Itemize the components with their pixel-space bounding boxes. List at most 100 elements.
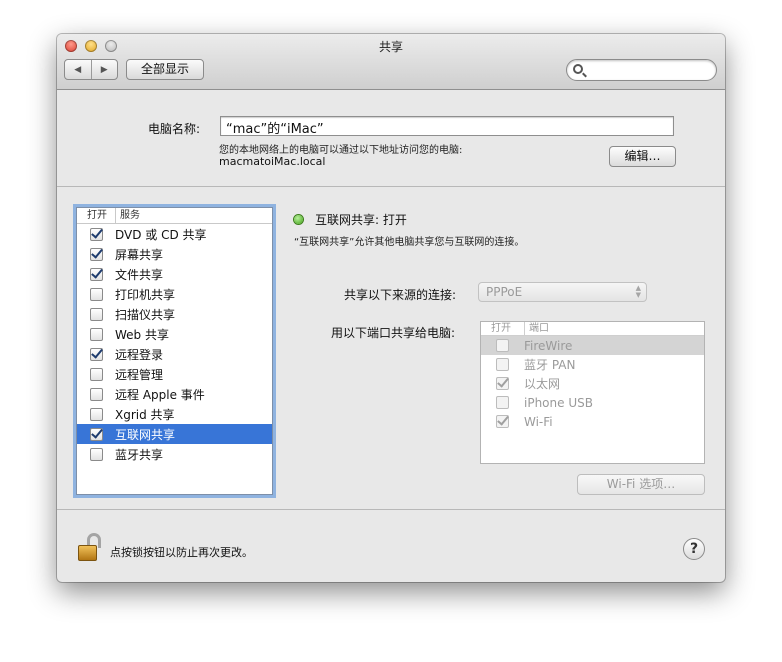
wifi-options-button[interactable]: Wi-Fi 选项… [577,474,705,495]
lock-body [78,545,97,561]
ports-list[interactable]: 打开 端口 FireWire 蓝牙 PAN 以太网 iPhone USB Wi-Fi [480,321,705,464]
service-checkbox[interactable] [89,287,103,301]
source-connection-popup[interactable]: PPPoE ▲ ▼ [478,282,647,302]
computer-name-field[interactable]: “mac”的“iMac” [220,116,674,137]
service-checkbox[interactable] [89,407,103,421]
service-label: 文件共享 [115,267,164,282]
lock-message: 点按锁按钮以防止再次更改。 [110,546,253,559]
service-label: 远程管理 [115,367,164,382]
port-row: iPhone USB [481,393,704,412]
port-checkbox-cell [481,415,524,428]
sharing-description: “互联网共享”允许其他电脑共享您与互联网的连接。 [294,237,525,248]
computer-name-section: 电脑名称: “mac”的“iMac” 您的本地网络上的电脑可以通过以下地址访问您… [57,91,725,187]
edit-button[interactable]: 编辑… [609,146,676,167]
service-checkbox-cell [77,367,115,381]
port-label: iPhone USB [524,395,593,410]
services-list[interactable]: 打开 服务 DVD 或 CD 共享屏幕共享文件共享打印机共享扫描仪共享 Web 共… [76,207,273,495]
service-label: 屏幕共享 [115,247,164,262]
service-label: 互联网共享 [115,427,176,442]
port-checkbox-cell [481,339,524,352]
forward-arrow-icon[interactable]: ▶ [92,60,118,79]
service-checkbox-cell [77,327,115,341]
show-all-button[interactable]: 全部显示 [126,59,204,80]
ports-list-header: 打开 端口 [481,322,704,336]
sharing-main-section: 打开 服务 DVD 或 CD 共享屏幕共享文件共享打印机共享扫描仪共享 Web 共… [57,188,725,510]
service-row[interactable]: 文件共享 [77,264,272,284]
help-button[interactable]: ? [683,538,705,560]
service-checkbox-cell [77,307,115,321]
service-checkbox-cell [77,267,115,281]
footer: 点按锁按钮以防止再次更改。 ? [57,511,725,582]
port-row: 蓝牙 PAN [481,355,704,374]
service-label: Web 共享 [115,327,169,342]
port-label: 以太网 [524,377,561,391]
service-checkbox[interactable] [89,367,103,381]
service-checkbox-cell [77,407,115,421]
port-checkbox [496,358,509,371]
service-checkbox[interactable] [89,307,103,321]
service-row[interactable]: DVD 或 CD 共享 [77,224,272,244]
service-row[interactable]: 扫描仪共享 [77,304,272,324]
service-checkbox-cell [77,287,115,301]
service-checkbox[interactable] [89,427,103,441]
service-checkbox-cell [77,387,115,401]
service-row[interactable]: 屏幕共享 [77,244,272,264]
service-row[interactable]: 远程管理 [77,364,272,384]
service-checkbox-cell [77,427,115,441]
port-checkbox [496,396,509,409]
service-label: 扫描仪共享 [115,307,176,322]
port-row: Wi-Fi [481,412,704,431]
popup-arrows-icon: ▲ ▼ [635,284,641,299]
service-row[interactable]: Xgrid 共享 [77,404,272,424]
service-label: 远程 Apple 事件 [115,387,205,402]
service-checkbox[interactable] [89,447,103,461]
ports-rows: FireWire 蓝牙 PAN 以太网 iPhone USB Wi-Fi [481,336,704,431]
service-row[interactable]: 蓝牙共享 [77,444,272,464]
back-arrow-icon[interactable]: ◀ [65,60,92,79]
port-row: 以太网 [481,374,704,393]
service-row[interactable]: 远程登录 [77,344,272,364]
port-checkbox-cell [481,377,524,390]
local-address: macmatoiMac.local [219,155,326,168]
search-icon [573,64,583,74]
sharing-status: 互联网共享: 打开 [315,213,407,227]
search-input[interactable] [566,59,717,81]
service-checkbox[interactable] [89,247,103,261]
service-row[interactable]: 互联网共享 [77,424,272,444]
column-header-service[interactable]: 服务 [115,208,272,223]
sharing-window: 共享 ◀ ▶ 全部显示 电脑名称: “mac”的“iMac” 您的本地网络上的电… [57,34,725,582]
service-checkbox[interactable] [89,387,103,401]
service-checkbox-cell [77,227,115,241]
port-label: Wi-Fi [524,414,553,429]
port-checkbox-cell [481,396,524,409]
service-label: 远程登录 [115,347,164,362]
service-checkbox[interactable] [89,347,103,361]
address-description: 您的本地网络上的电脑可以通过以下地址访问您的电脑: [219,145,463,156]
service-checkbox[interactable] [89,267,103,281]
service-row[interactable]: Web 共享 [77,324,272,344]
service-label: 蓝牙共享 [115,447,164,462]
service-checkbox-cell [77,347,115,361]
service-checkbox[interactable] [89,227,103,241]
window-title: 共享 [378,40,403,54]
port-label: 蓝牙 PAN [524,358,576,372]
port-checkbox-cell [481,358,524,371]
back-forward-control: ◀ ▶ [64,59,118,80]
source-connection-value: PPPoE [486,285,523,299]
computer-name-label: 电脑名称: [148,122,201,136]
service-label: Xgrid 共享 [115,407,175,422]
port-checkbox [496,415,509,428]
services-list-header: 打开 服务 [77,208,272,224]
port-checkbox [496,377,509,390]
port-row: FireWire [481,336,704,355]
column-header-on[interactable]: 打开 [77,208,115,223]
lock-icon[interactable] [78,533,104,563]
status-indicator-icon [294,215,303,224]
service-checkbox[interactable] [89,327,103,341]
ports-label: 用以下端口共享给电脑: [331,326,456,340]
ports-column-header-port: 端口 [524,322,704,335]
service-row[interactable]: 远程 Apple 事件 [77,384,272,404]
service-row[interactable]: 打印机共享 [77,284,272,304]
service-label: 打印机共享 [115,287,176,302]
port-label: FireWire [524,338,573,353]
